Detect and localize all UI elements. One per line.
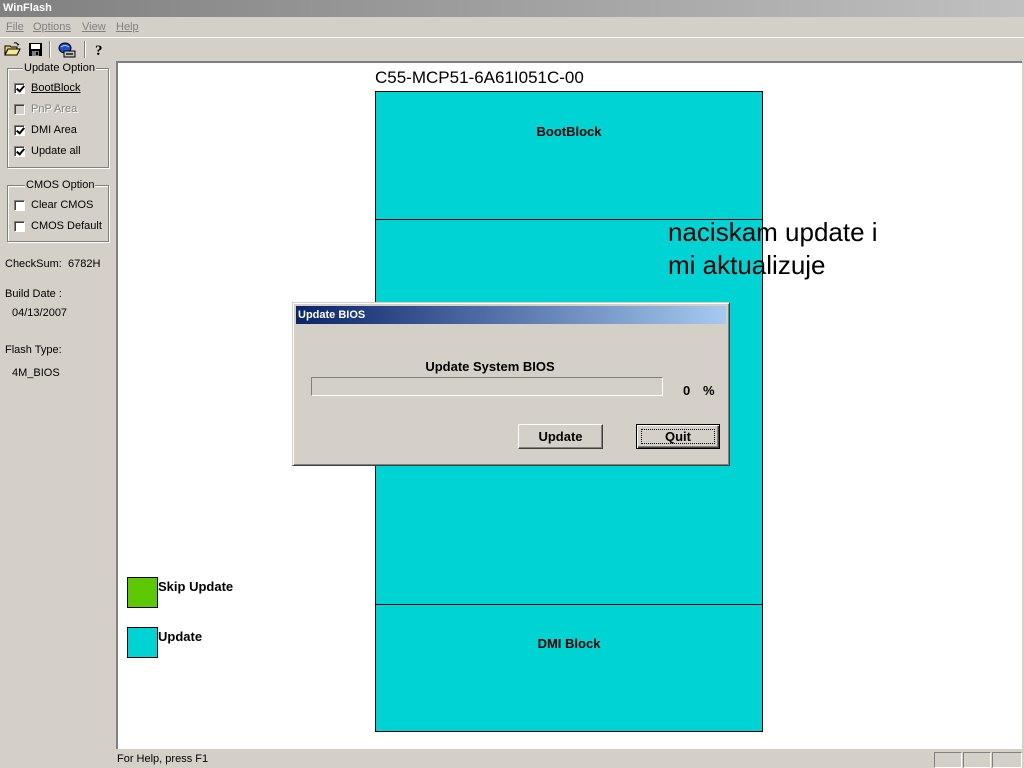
bootblock-region-label: BootBlock [536,124,602,139]
bootblock-checkbox[interactable]: BootBlock [14,81,81,95]
skip-update-label: Skip Update [158,579,234,594]
toolbar-separator [84,41,86,58]
dmi-area-label: DMI Area [31,124,77,136]
update-swatch [127,627,158,658]
chip-title: C55-MCP51-6A61I051C-00 [375,68,584,87]
progress-value: 0 [683,383,691,398]
dialog-title: Update BIOS [298,309,366,321]
bootblock-label: BootBlock [31,82,81,94]
toolbar: ? [0,37,1024,61]
update-all-checkbox[interactable]: Update all [14,144,81,158]
dmi-block-region: DMI Block [375,604,763,732]
save-icon[interactable] [25,40,45,59]
cmos-default-label: CMOS Default [31,220,102,232]
flash-update-icon[interactable] [57,40,77,59]
skip-update-swatch [127,577,158,608]
cmos-option-group: CMOS Option Clear CMOS CMOS Default [7,179,109,242]
status-panel [992,752,1022,768]
checkbox-box[interactable] [14,199,25,211]
update-progress-bar [311,377,663,396]
checkbox-box[interactable] [14,124,25,136]
status-panel [934,752,962,768]
flash-type-label: Flash Type: [5,344,62,356]
pnp-area-checkbox: PnP Area [14,102,77,116]
checkbox-box[interactable] [14,145,25,157]
bootblock-region: BootBlock [375,91,763,220]
status-text: For Help, press F1 [117,753,209,765]
annotation-line-2: mi aktualizuje [668,250,826,280]
checkbox-box [14,103,25,115]
cmos-default-checkbox[interactable]: CMOS Default [14,219,102,233]
update-all-label: Update all [31,145,81,157]
help-icon[interactable]: ? [89,40,109,59]
menu-file[interactable]: File [6,21,24,33]
toolbar-separator [49,41,51,58]
svg-text:?: ? [95,43,103,58]
update-option-group: Update Option BootBlock PnP Area DMI Are… [7,62,109,168]
user-annotation: naciskam update i mi aktualizuje [668,216,878,282]
quit-button[interactable]: Quit [636,424,720,449]
menu-options[interactable]: Options [33,21,71,33]
menu-view[interactable]: View [82,21,106,33]
open-folder-icon[interactable] [2,40,22,59]
checksum-label: CheckSum: [5,258,62,270]
window-title-bar[interactable]: WinFlash [0,0,1024,17]
checkbox-box[interactable] [14,82,25,94]
quit-button-label: Quit [665,429,691,444]
annotation-line-1: naciskam update i [668,217,878,247]
status-bar: For Help, press F1 [0,750,1024,768]
menu-bar: File Options View Help [0,18,1024,37]
checksum-value: 6782H [68,258,101,270]
build-date-value: 04/13/2007 [12,307,68,319]
update-bios-dialog: Update BIOS Update System BIOS 0 % Updat… [292,302,730,466]
pnp-area-label: PnP Area [31,103,78,115]
window-title: WinFlash [3,2,52,14]
clear-cmos-label: Clear CMOS [31,199,94,211]
dialog-heading: Update System BIOS [425,359,555,374]
status-panel [963,752,991,768]
progress-unit: % [703,383,715,398]
flash-type-value: 4M_BIOS [12,367,60,379]
update-button[interactable]: Update [518,424,603,449]
clear-cmos-checkbox[interactable]: Clear CMOS [14,198,93,212]
update-option-legend: Update Option [23,62,96,74]
dmi-block-region-label: DMI Block [537,636,601,651]
update-button-label: Update [538,429,583,444]
dialog-title-bar[interactable]: Update BIOS [296,306,726,324]
checkbox-box[interactable] [14,220,25,232]
update-legend-label: Update [158,629,203,644]
cmos-option-legend: CMOS Option [25,179,96,191]
build-date-label: Build Date : [5,288,62,300]
dmi-area-checkbox[interactable]: DMI Area [14,123,77,137]
menu-help[interactable]: Help [116,21,139,33]
